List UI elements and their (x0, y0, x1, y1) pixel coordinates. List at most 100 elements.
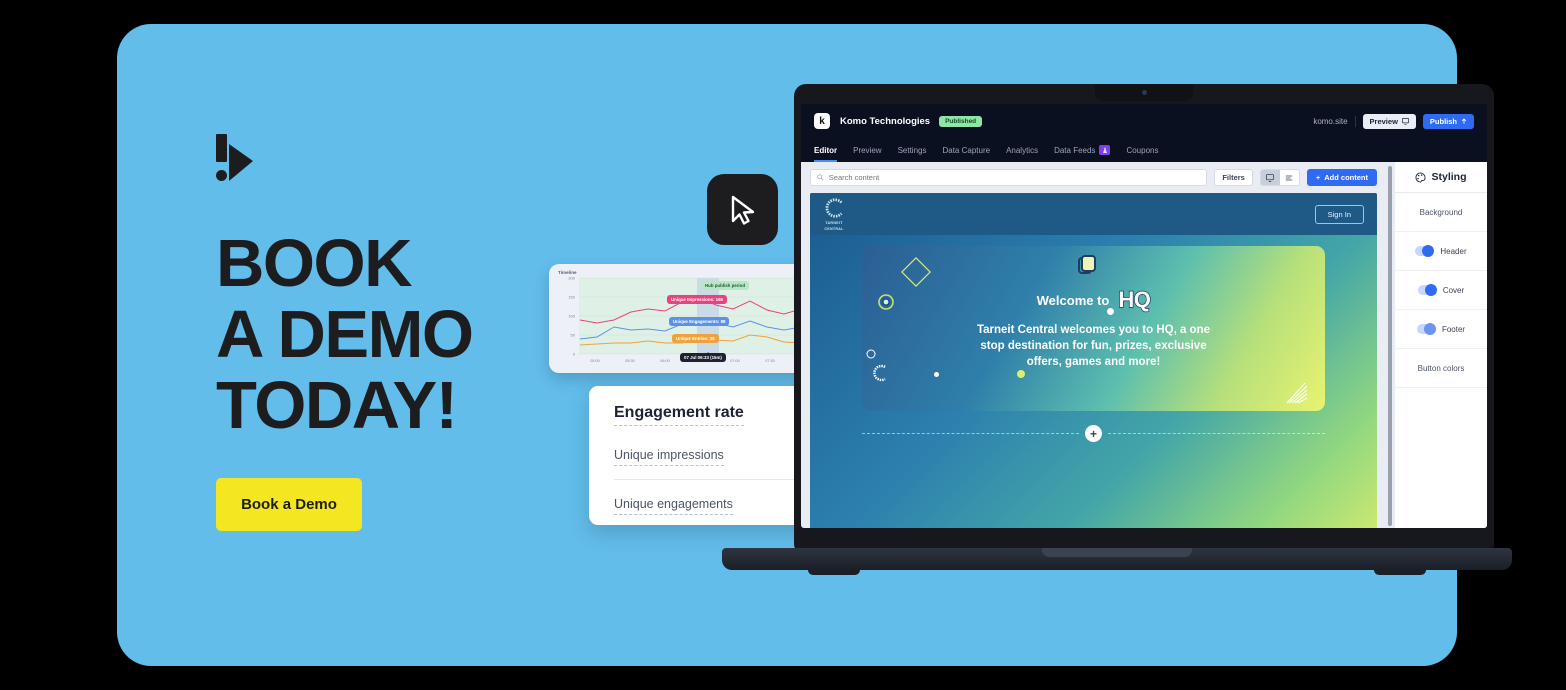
beta-flask-icon (1099, 145, 1111, 155)
tc-logo-line1: TARNEIT (825, 221, 843, 225)
styling-panel: Styling Background Header Cover Footer B… (1395, 162, 1487, 528)
tab-data-capture[interactable]: Data Capture (942, 138, 990, 162)
tab-data-capture-label: Data Capture (942, 145, 991, 155)
add-block-button[interactable]: + (1085, 425, 1102, 442)
chart-label-engagements: Unique Engagements: 88 (669, 317, 730, 326)
svg-text:50: 50 (571, 333, 576, 338)
search-content-box[interactable] (810, 169, 1208, 186)
editor-body: Filters + Add con (801, 162, 1487, 528)
tab-editor-label: Editor (814, 145, 838, 155)
styling-row-button-colors[interactable]: Button colors (1395, 349, 1487, 388)
divider-line-right (1108, 433, 1325, 434)
add-content-button[interactable]: + Add content (1306, 169, 1377, 186)
laptop-mockup: k Komo Technologies Published komo.site … (722, 84, 1512, 589)
app-header: k Komo Technologies Published komo.site … (801, 104, 1487, 162)
editor-main: Filters + Add con (801, 162, 1386, 528)
cover-description: Tarneit Central welcomes you to HQ, a on… (976, 324, 1211, 368)
tab-analytics[interactable]: Analytics (1006, 138, 1038, 162)
styling-row-cover[interactable]: Cover (1395, 271, 1487, 310)
site-url: komo.site (1313, 116, 1348, 126)
tc-c-mark (825, 198, 843, 218)
divider-line-left (862, 433, 1079, 434)
cover-welcome-prefix: Welcome to (1036, 292, 1110, 308)
chart-label-entries: Unique Entries: 38 (672, 334, 719, 343)
status-badge: Published (939, 115, 983, 127)
sign-in-button[interactable]: Sign In (1314, 204, 1364, 224)
header-toggle[interactable] (1415, 245, 1435, 257)
laptop-foot-right (1374, 568, 1426, 575)
fan-lines-icon (1286, 382, 1308, 404)
svg-text:05:30: 05:30 (625, 359, 635, 363)
workspace-title: Komo Technologies (840, 115, 931, 127)
monitor-icon (1401, 117, 1409, 125)
site-canvas: TARNEIT CENTRAL Sign In Welcome to HQ Ta… (810, 193, 1377, 528)
laptop-foot-left (808, 568, 860, 575)
laptop-lip (1042, 548, 1192, 557)
circle-outline-icon (866, 349, 876, 359)
chart-label-impressions: Unique Impressions: 165 (667, 295, 727, 304)
preview-button[interactable]: Preview (1362, 113, 1416, 129)
svg-text:06:00: 06:00 (660, 359, 670, 363)
diamond-shape-icon (901, 257, 931, 287)
camera-icon (1141, 90, 1147, 95)
publish-button[interactable]: Publish (1422, 113, 1474, 129)
view-mode-toggle[interactable] (1259, 169, 1300, 186)
publish-button-label: Publish (1429, 116, 1457, 126)
tc-watermark-icon (873, 364, 886, 382)
tab-preview-label: Preview (853, 145, 882, 155)
unique-impressions-label: Unique impressions (614, 448, 724, 466)
upload-icon (1461, 117, 1467, 124)
styling-row-footer[interactable]: Footer (1395, 310, 1487, 349)
dot-white-small (934, 372, 939, 377)
styling-row-background[interactable]: Background (1395, 193, 1487, 232)
target-dot-icon (878, 294, 894, 310)
search-icon (817, 174, 824, 181)
laptop-lid: k Komo Technologies Published komo.site … (794, 84, 1494, 550)
tab-settings[interactable]: Settings (898, 138, 927, 162)
tab-preview[interactable]: Preview (853, 138, 881, 162)
app-logo-icon: k (814, 113, 830, 129)
styling-row-button-colors-label: Button colors (1417, 363, 1465, 373)
tab-data-feeds[interactable]: Data Feeds (1054, 138, 1111, 162)
editor-toolbar: Filters + Add con (801, 162, 1386, 193)
square-stack-icon (1078, 255, 1096, 274)
svg-text:0: 0 (573, 352, 576, 357)
svg-text:200: 200 (568, 276, 575, 281)
tab-analytics-label: Analytics (1006, 145, 1039, 155)
desktop-view-icon[interactable] (1260, 170, 1280, 185)
laptop-base (722, 548, 1512, 570)
styling-panel-header: Styling (1395, 162, 1487, 193)
tarneit-central-logo-icon: TARNEIT CENTRAL (823, 197, 845, 231)
styling-row-header[interactable]: Header (1395, 232, 1487, 271)
svg-text:100: 100 (568, 314, 575, 319)
tab-coupons-label: Coupons (1126, 145, 1159, 155)
book-a-demo-button[interactable]: Book a Demo (216, 478, 362, 531)
screenshot-stage: BOOK A DEMO TODAY! Book a Demo Timeline … (0, 0, 1566, 690)
footer-toggle[interactable] (1416, 323, 1436, 335)
tc-logo-line2: CENTRAL (824, 227, 844, 231)
chart-tooltip: 07 Jul 06:33 (15m) (680, 353, 726, 362)
cover-welcome-hq: HQ (1118, 286, 1152, 313)
palette-icon (1416, 171, 1427, 183)
filters-button[interactable]: Filters (1214, 169, 1253, 186)
styling-row-header-label: Header (1440, 246, 1467, 256)
site-header: TARNEIT CENTRAL Sign In (810, 193, 1377, 235)
laptop-screen: k Komo Technologies Published komo.site … (801, 104, 1487, 528)
cover-block[interactable]: Welcome to HQ Tarneit Central welcomes y… (862, 246, 1325, 411)
tab-coupons[interactable]: Coupons (1126, 138, 1158, 162)
tab-editor[interactable]: Editor (814, 138, 838, 162)
tab-data-feeds-label: Data Feeds (1054, 145, 1096, 155)
cover-toggle[interactable] (1417, 284, 1437, 296)
tab-settings-label: Settings (897, 145, 927, 155)
add-content-label: Add content (1324, 173, 1368, 182)
styling-row-cover-label: Cover (1442, 285, 1465, 295)
canvas-scrollbar[interactable] (1388, 166, 1392, 526)
styling-row-footer-label: Footer (1441, 324, 1466, 334)
divider (1354, 115, 1356, 127)
laptop-notch (1095, 84, 1193, 101)
search-input[interactable] (828, 173, 1201, 182)
styling-row-background-label: Background (1419, 207, 1463, 217)
list-view-icon[interactable] (1280, 170, 1299, 185)
app-tab-bar: Editor Preview Settings Data Capture Ana… (801, 138, 1487, 162)
preview-button-label: Preview (1369, 116, 1398, 126)
